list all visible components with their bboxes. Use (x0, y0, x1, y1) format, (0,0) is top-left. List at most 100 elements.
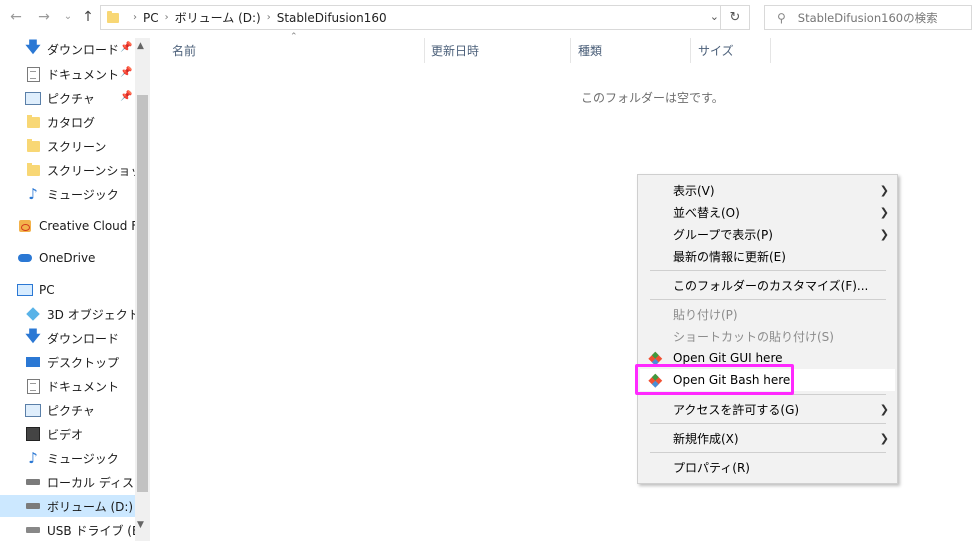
column-divider[interactable] (570, 38, 571, 63)
menu-item-label: アクセスを許可する(G) (673, 402, 800, 417)
submenu-arrow-icon: ❯ (879, 227, 889, 241)
menu-item-new[interactable]: 新規作成(X) ❯ (640, 427, 895, 449)
sidebar-item-label: ボリューム (D:) (47, 499, 134, 514)
menu-item-view[interactable]: 表示(V) ❯ (640, 179, 895, 201)
sidebar-item-volume-d[interactable]: ボリューム (D:) (0, 495, 135, 517)
column-header-modified[interactable]: 更新日時 (431, 38, 479, 63)
sidebar-item-catalog[interactable]: カタログ (25, 111, 95, 133)
menu-separator (650, 270, 886, 271)
local-disk-icon (25, 474, 41, 490)
address-bar[interactable]: › PC › ボリューム (D:) › StableDifusion160 ⌄ … (100, 5, 750, 30)
context-menu: 表示(V) ❯ 並べ替え(O) ❯ グループで表示(P) ❯ 最新の情報に更新(… (637, 174, 898, 484)
menu-item-label: Open Git GUI here (673, 351, 783, 365)
sidebar-item-label: 3D オブジェクト (47, 307, 140, 322)
back-arrow-icon[interactable]: ← (8, 8, 24, 26)
sidebar-item-screen[interactable]: スクリーン (25, 135, 106, 157)
column-divider[interactable] (690, 38, 691, 63)
sidebar-item-3d-objects[interactable]: 3D オブジェクト (25, 303, 140, 325)
menu-item-label: グループで表示(P) (673, 227, 773, 242)
document-icon (25, 66, 41, 82)
sidebar-item-label: ピクチャ (47, 91, 95, 106)
submenu-arrow-icon: ❯ (879, 183, 889, 197)
sidebar-item-label: ダウンロード (47, 331, 120, 346)
recent-chevron-down-icon[interactable]: ⌄ (60, 8, 76, 26)
breadcrumb-item[interactable]: PC (143, 11, 159, 25)
sidebar-item-videos[interactable]: ビデオ (25, 423, 83, 445)
drive-icon (25, 498, 41, 514)
scroll-down-icon[interactable]: ▼ (137, 520, 144, 530)
up-arrow-icon[interactable]: ↑ (80, 8, 96, 26)
menu-item-customize-folder[interactable]: このフォルダーのカスタマイズ(F)... (640, 274, 895, 296)
pictures-icon (25, 90, 41, 106)
column-divider[interactable] (770, 38, 771, 63)
menu-separator (650, 299, 886, 300)
3d-objects-icon (25, 306, 41, 322)
sidebar-item-pictures[interactable]: ピクチャ (25, 399, 95, 421)
sidebar-scroll-thumb[interactable] (137, 95, 148, 492)
folder-icon (25, 138, 41, 154)
menu-item-give-access[interactable]: アクセスを許可する(G) ❯ (640, 398, 895, 420)
menu-item-label: このフォルダーのカスタマイズ(F)... (673, 278, 869, 293)
column-header-name[interactable]: 名前 (172, 38, 196, 63)
scroll-up-icon[interactable]: ▲ (137, 41, 144, 51)
column-header-type[interactable]: 種類 (578, 38, 602, 63)
download-icon: 🡇 (25, 326, 41, 345)
breadcrumb-item[interactable]: ボリューム (D:) (175, 9, 261, 26)
column-divider[interactable] (424, 38, 425, 63)
menu-item-label: 新規作成(X) (673, 431, 739, 446)
sidebar-item-music[interactable]: ♪ ミュージック (25, 447, 119, 469)
pc-icon (17, 282, 33, 298)
sort-caret-icon: ⌃ (290, 32, 298, 42)
menu-item-label: 最新の情報に更新(E) (673, 249, 786, 264)
address-dropdown-icon[interactable]: ⌄ (710, 10, 719, 23)
search-box[interactable]: ⚲ (764, 5, 972, 30)
creative-cloud-icon (17, 218, 33, 234)
folder-icon (107, 10, 119, 23)
refresh-icon[interactable]: ↻ (720, 6, 749, 29)
pictures-icon (25, 402, 41, 418)
sidebar-item-label: ビデオ (47, 427, 84, 442)
menu-item-label: ショートカットの貼り付け(S) (673, 329, 834, 344)
column-header-label: 名前 (172, 44, 197, 58)
sidebar-item-desktop[interactable]: デスクトップ (25, 351, 119, 373)
search-input[interactable] (795, 9, 960, 26)
pin-icon: 📌 (120, 91, 133, 102)
pin-icon: 📌 (120, 42, 133, 53)
sidebar-item-documents-quick[interactable]: ドキュメント (25, 63, 119, 85)
sidebar-item-onedrive[interactable]: OneDrive (17, 247, 95, 269)
sidebar-item-local-disk-c[interactable]: ローカル ディスク (C (25, 471, 150, 493)
sidebar-item-label: ドキュメント (47, 379, 120, 394)
sidebar-item-downloads-quick[interactable]: 🡇 ダウンロード (25, 38, 119, 60)
submenu-arrow-icon: ❯ (879, 205, 889, 219)
sidebar-item-pc[interactable]: PC (17, 279, 55, 301)
menu-item-sort[interactable]: 並べ替え(O) ❯ (640, 201, 895, 223)
navigation-pane: 🡇 ダウンロード 📌 ドキュメント 📌 ピクチャ 📌 カタログ スクリーン スク… (0, 38, 150, 541)
menu-item-label: 表示(V) (673, 183, 715, 198)
menu-item-label: 貼り付け(P) (673, 307, 738, 322)
sidebar-item-label: スクリーン (47, 139, 107, 154)
sidebar-item-music-quick[interactable]: ♪ ミュージック (25, 183, 119, 205)
sidebar-item-downloads[interactable]: 🡇 ダウンロード (25, 327, 119, 349)
menu-separator (650, 452, 886, 453)
breadcrumb-separator-icon: › (266, 12, 271, 23)
sidebar-item-creative-cloud[interactable]: Creative Cloud File (17, 215, 150, 237)
sidebar-item-documents[interactable]: ドキュメント (25, 375, 119, 397)
menu-item-properties[interactable]: プロパティ(R) (640, 456, 895, 478)
sidebar-item-label: PC (39, 283, 55, 297)
git-icon (648, 351, 663, 366)
breadcrumb-item[interactable]: StableDifusion160 (277, 11, 387, 25)
sidebar-item-label: ダウンロード (47, 42, 120, 57)
menu-item-label: プロパティ(R) (673, 460, 750, 475)
sidebar-item-label: ドキュメント (47, 67, 120, 82)
sidebar-item-label: Creative Cloud File (39, 219, 150, 233)
menu-item-refresh[interactable]: 最新の情報に更新(E) (640, 245, 895, 267)
breadcrumb-separator-icon: › (164, 12, 169, 23)
forward-arrow-icon[interactable]: → (36, 8, 52, 26)
sidebar-item-usb-drive-e[interactable]: USB ドライブ (E:) (25, 519, 148, 541)
submenu-arrow-icon: ❯ (879, 431, 889, 445)
menu-item-group-by[interactable]: グループで表示(P) ❯ (640, 223, 895, 245)
menu-separator (650, 423, 886, 424)
sidebar-item-pictures-quick[interactable]: ピクチャ (25, 87, 95, 109)
sidebar-item-screenshots[interactable]: スクリーンショット (25, 159, 150, 181)
column-header-size[interactable]: サイズ (698, 38, 734, 63)
